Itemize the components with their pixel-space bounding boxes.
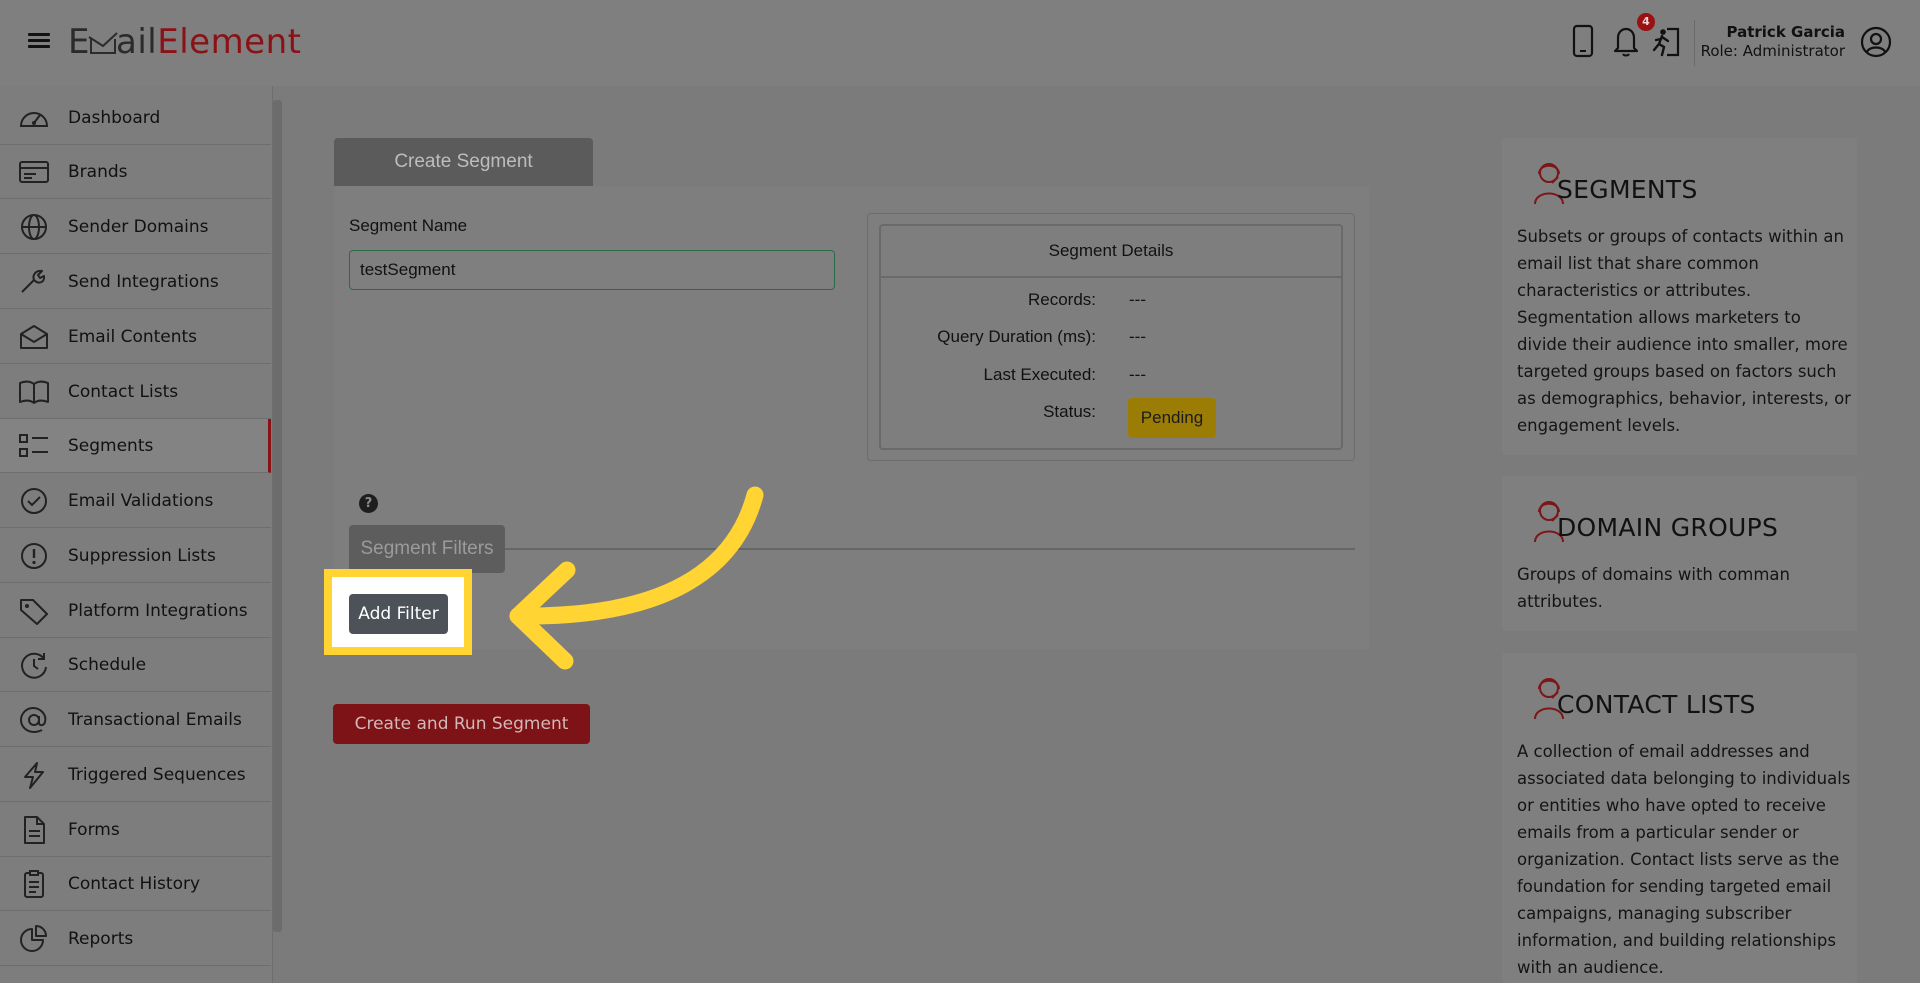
last-executed-label: Last Executed: [983, 365, 1096, 384]
info-card-domain-groups: DOMAIN GROUPS Groups of domains with com… [1502, 476, 1857, 631]
tab-create-segment[interactable]: Create Segment [334, 138, 593, 186]
segment-name-input[interactable]: testSegment [349, 250, 835, 290]
sidebar-item-segments[interactable]: Segments [0, 419, 271, 473]
sidebar-item-triggered-sequences[interactable]: Triggered Sequences [0, 748, 271, 802]
add-filter-button[interactable]: Add Filter [349, 594, 448, 634]
envelope-logo-icon [88, 32, 118, 54]
gauge-icon [19, 112, 49, 127]
card-title: SEGMENTS [1557, 175, 1698, 204]
pie-chart-icon [20, 925, 47, 952]
help-icon[interactable]: ? [359, 494, 378, 513]
bolt-icon [24, 762, 44, 789]
user-role: Role: Administrator [1700, 42, 1845, 60]
tab-segment-filters[interactable]: Segment Filters [349, 525, 505, 573]
sidebar-item-brands[interactable]: Brands [0, 145, 271, 199]
header-divider [1694, 20, 1695, 66]
segment-details-title: Segment Details [881, 226, 1341, 278]
sidebar-item-contact-lists[interactable]: Contact Lists [0, 365, 271, 419]
card-description: Subsets or groups of contacts within an … [1517, 227, 1851, 435]
segment-name-label: Segment Name [349, 216, 468, 235]
exclamation-circle-icon [21, 543, 47, 569]
sidebar-item-platform-integrations[interactable]: Platform Integrations [0, 584, 271, 638]
phone-icon[interactable] [1571, 24, 1595, 58]
sidebar-scrollbar[interactable] [273, 100, 282, 932]
globe-icon [21, 214, 47, 240]
info-card-contact-lists: CONTACT LISTS A collection of email addr… [1502, 653, 1857, 983]
clipboard-icon [24, 870, 44, 898]
user-avatar-icon[interactable] [1860, 26, 1892, 58]
tag-icon [20, 599, 48, 625]
sidebar-item-schedule[interactable]: Schedule [0, 638, 271, 692]
sidebar-item-send-integrations[interactable]: Send Integrations [0, 255, 271, 309]
bell-icon[interactable] [1612, 24, 1640, 58]
hamburger-menu-icon[interactable] [28, 30, 50, 52]
wrench-icon [21, 269, 46, 293]
sidebar-item-suppression-lists[interactable]: Suppression Lists [0, 529, 271, 583]
check-circle-icon [21, 488, 47, 514]
segment-details-card: Segment Details Records: --- Query Durat… [879, 224, 1343, 450]
top-header: EailElement 4 Patrick Garcia Role: Admin… [0, 0, 1920, 86]
tutorial-arrow-icon [509, 486, 764, 670]
sidebar: Dashboard Brands Sender Domains Send Int… [0, 86, 273, 983]
status-badge: Pending [1128, 398, 1216, 438]
app-logo[interactable]: EailElement [68, 22, 301, 62]
card-description: A collection of email addresses and asso… [1517, 742, 1851, 977]
clock-icon [21, 652, 47, 679]
info-card-segments: SEGMENTS Subsets or groups of contacts w… [1502, 138, 1857, 455]
at-icon [19, 706, 47, 734]
user-name: Patrick Garcia [1726, 23, 1846, 41]
card-icon [19, 161, 49, 183]
records-label: Records: [1027, 290, 1096, 309]
sidebar-item-email-contents[interactable]: Email Contents [0, 310, 271, 364]
sidebar-item-reports[interactable]: Reports [0, 912, 271, 966]
sidebar-item-sender-domains[interactable]: Sender Domains [0, 200, 271, 254]
card-title: CONTACT LISTS [1557, 690, 1756, 719]
list-icon [19, 434, 48, 457]
last-executed-value: --- [1129, 365, 1146, 384]
sidebar-item-forms[interactable]: Forms [0, 803, 271, 857]
file-icon [24, 816, 45, 844]
sidebar-item-transactional-emails[interactable]: Transactional Emails [0, 693, 271, 747]
sidebar-item-email-validations[interactable]: Email Validations [0, 474, 271, 528]
records-value: --- [1129, 290, 1146, 309]
card-title: DOMAIN GROUPS [1557, 513, 1779, 542]
envelope-open-icon [20, 325, 48, 349]
status-label: Status: [1043, 402, 1096, 421]
create-and-run-segment-button[interactable]: Create and Run Segment [333, 704, 590, 744]
book-icon [19, 380, 49, 404]
query-duration-label: Query Duration (ms): [937, 327, 1096, 346]
sidebar-item-contact-history[interactable]: Contact History [0, 857, 271, 911]
sidebar-item-dashboard[interactable]: Dashboard [0, 91, 271, 145]
logout-icon[interactable] [1651, 26, 1681, 58]
query-duration-value: --- [1129, 327, 1146, 346]
card-description: Groups of domains with comman attributes… [1517, 565, 1790, 611]
